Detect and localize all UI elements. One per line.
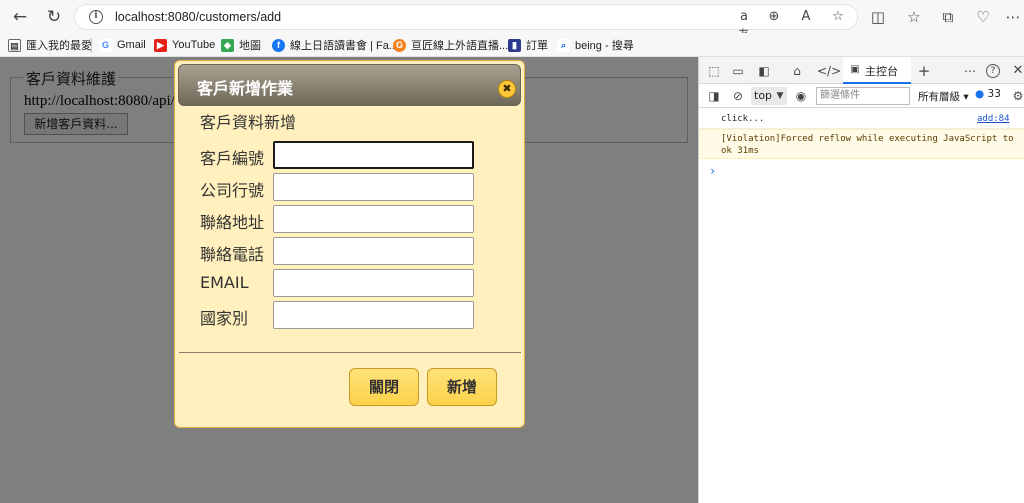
devtools-tabbar: ⬚ ▭ ◧ ⌂ </> ▣ 主控台 + ⋯ ? ✕ (699, 57, 1024, 84)
url-text[interactable]: localhost:8080/customers/add (115, 10, 281, 24)
fav-orders[interactable]: ▮ 訂單 (508, 37, 548, 53)
filter-input[interactable]: 篩選條件 (816, 87, 910, 105)
maps-icon: ◆ (221, 38, 234, 52)
google-icon: G (99, 38, 112, 52)
settings-gear-icon[interactable]: ⚙ (1009, 87, 1024, 105)
fav-gmail[interactable]: G Gmail (99, 37, 146, 53)
fav-label: YouTube (172, 39, 216, 51)
fav-label: 地圖 (239, 40, 261, 52)
issues-count: 33 (987, 88, 1001, 100)
add-customer-dialog: 客戶新增作業 ✖ 客戶資料新增 客戶編號 公司行號 聯絡地址 聯絡電話 EMAI… (174, 60, 525, 428)
issues-counter[interactable]: ● 33 (975, 88, 1001, 100)
youtube-icon: ▶ (154, 38, 167, 52)
fav-facebook[interactable]: f 線上日語讀書會 | Fa... (272, 37, 398, 53)
help-icon[interactable]: ? (986, 64, 1000, 78)
console-warning-row: [Violation]Forced reflow while executing… (699, 129, 1024, 159)
fav-maps[interactable]: ◆ 地圖 (221, 37, 261, 53)
fav-label: 匯入我的最愛 (26, 40, 92, 52)
fav-label: Gmail (117, 39, 146, 51)
folder-icon: ▤ (8, 38, 21, 52)
dialog-titlebar[interactable]: 客戶新增作業 ✖ (178, 64, 521, 106)
info-icon[interactable]: i (89, 10, 103, 24)
address-label: 聯絡地址 (200, 213, 265, 232)
close-devtools-icon[interactable]: ✕ (1009, 62, 1024, 80)
company-label: 公司行號 (200, 181, 265, 200)
dialog-divider (179, 352, 521, 353)
email-label: EMAIL (200, 273, 249, 292)
search-icon: ⌕ (557, 38, 570, 52)
email-input[interactable] (273, 269, 474, 297)
fav-import[interactable]: ▤ 匯入我的最愛 (8, 37, 92, 53)
chevron-down-icon[interactable]: ▼ (771, 87, 789, 105)
customer-id-input[interactable] (273, 141, 474, 169)
clear-console-icon[interactable]: ⊘ (729, 87, 747, 105)
back-arrow-icon[interactable]: ← (8, 5, 32, 29)
inspect-icon[interactable]: ⬚ (705, 62, 723, 80)
console-icon: ▣ (850, 64, 860, 75)
more-icon[interactable]: ⋯ (1002, 6, 1024, 28)
customer-id-label: 客戶編號 (200, 149, 265, 168)
devtools-panel: ⬚ ▭ ◧ ⌂ </> ▣ 主控台 + ⋯ ? ✕ ◨ ⊘ top ▼ ◉ 篩選… (698, 57, 1024, 503)
refresh-icon[interactable]: ↻ (42, 5, 66, 29)
fav-youtube[interactable]: ▶ YouTube (154, 37, 215, 53)
fav-language-site[interactable]: G 亘匠線上外語直播... (393, 37, 508, 53)
tab-console[interactable]: ▣ 主控台 (843, 57, 911, 84)
log-source-link[interactable]: add:84 (977, 114, 1010, 124)
add-tab-icon[interactable]: + (915, 62, 933, 80)
extensions-heart-icon[interactable]: ♡ (972, 6, 994, 28)
text-size-icon[interactable]: A (797, 9, 815, 24)
console-output: click... add:84 [Violation]Forced reflow… (699, 108, 1024, 503)
fav-label: 亘匠線上外語直播... (411, 40, 509, 52)
home-icon[interactable]: ⌂ (788, 62, 806, 80)
levels-label: 所有層級 (918, 91, 960, 103)
eye-icon[interactable]: ◉ (792, 87, 810, 105)
console-tab-label: 主控台 (865, 65, 898, 78)
message-icon: ● (975, 88, 985, 100)
address-bar[interactable]: i localhost:8080/customers/add aあ ⊕ A ☆ (74, 4, 858, 43)
country-input[interactable] (273, 301, 474, 329)
sidebar-toggle-icon[interactable]: ◧ (755, 62, 773, 80)
site-icon: G (393, 38, 406, 52)
submit-add-button[interactable]: 新增 (427, 368, 497, 406)
close-button[interactable]: 關閉 (349, 368, 419, 406)
fav-label: 線上日語讀書會 | Fa... (290, 40, 398, 52)
favorites-bar: ▤ 匯入我的最愛 G Gmail ▶ YouTube ◆ 地圖 f 線上日語讀書… (0, 33, 1024, 57)
form-heading: 客戶資料新增 (200, 113, 297, 132)
company-input[interactable] (273, 173, 474, 201)
sidebar-panel-icon[interactable]: ◨ (705, 87, 723, 105)
fav-label: being - 搜尋 (575, 40, 634, 52)
console-log-row: click... add:84 (699, 111, 1024, 129)
favorites-icon[interactable]: ☆ (903, 6, 925, 28)
facebook-icon: f (272, 38, 285, 52)
device-emulation-icon[interactable]: ▭ (729, 62, 747, 80)
phone-label: 聯絡電話 (200, 245, 265, 264)
favorites-divider (91, 38, 92, 53)
context-value: top (754, 89, 773, 102)
warning-message: [Violation]Forced reflow while executing… (721, 134, 1014, 156)
phone-input[interactable] (273, 237, 474, 265)
close-icon[interactable]: ✖ (498, 80, 516, 98)
split-screen-icon[interactable]: ◫ (867, 6, 889, 28)
fav-search[interactable]: ⌕ being - 搜尋 (557, 37, 634, 53)
country-label: 國家別 (200, 309, 249, 328)
address-input[interactable] (273, 205, 474, 233)
console-prompt-chevron-icon[interactable]: › (709, 164, 716, 178)
browser-toolbar: ← ↻ i localhost:8080/customers/add aあ ⊕ … (0, 0, 1024, 43)
dialog-title: 客戶新增作業 (197, 79, 294, 98)
collections-icon[interactable]: ⧉ (937, 6, 959, 28)
fav-label: 訂單 (526, 40, 548, 52)
console-toolbar: ◨ ⊘ top ▼ ◉ 篩選條件 所有層級 ▾ ● 33 ⚙ (699, 84, 1024, 108)
favorite-star-icon[interactable]: ☆ (829, 9, 847, 24)
more-options-icon[interactable]: ⋯ (961, 62, 979, 80)
log-message: click... (721, 114, 765, 124)
zoom-icon[interactable]: ⊕ (765, 9, 783, 24)
book-icon: ▮ (508, 38, 521, 52)
log-levels-dropdown[interactable]: 所有層級 ▾ (918, 89, 969, 104)
elements-code-icon[interactable]: </> (817, 62, 841, 80)
